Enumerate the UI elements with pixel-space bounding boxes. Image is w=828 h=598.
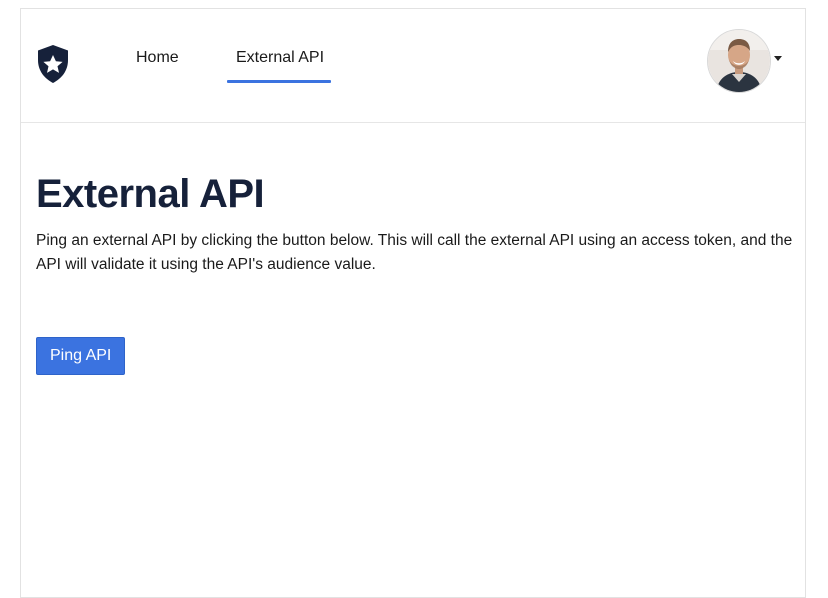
avatar-photo-icon — [708, 30, 770, 92]
page-description: Ping an external API by clicking the but… — [36, 232, 793, 273]
ping-api-button[interactable]: Ping API — [36, 337, 126, 375]
top-navbar: Home External API — [21, 9, 805, 123]
active-tab-indicator — [227, 80, 331, 83]
user-menu-caret-icon[interactable] — [774, 56, 782, 61]
app-window: Home External API External API Ping an e… — [20, 8, 806, 598]
nav-link-external-api[interactable]: External API — [236, 49, 324, 67]
nav-link-home[interactable]: Home — [136, 49, 179, 67]
page-title: External API — [36, 172, 265, 216]
auth0-logo-icon[interactable] — [35, 44, 71, 84]
user-avatar[interactable] — [707, 29, 771, 93]
